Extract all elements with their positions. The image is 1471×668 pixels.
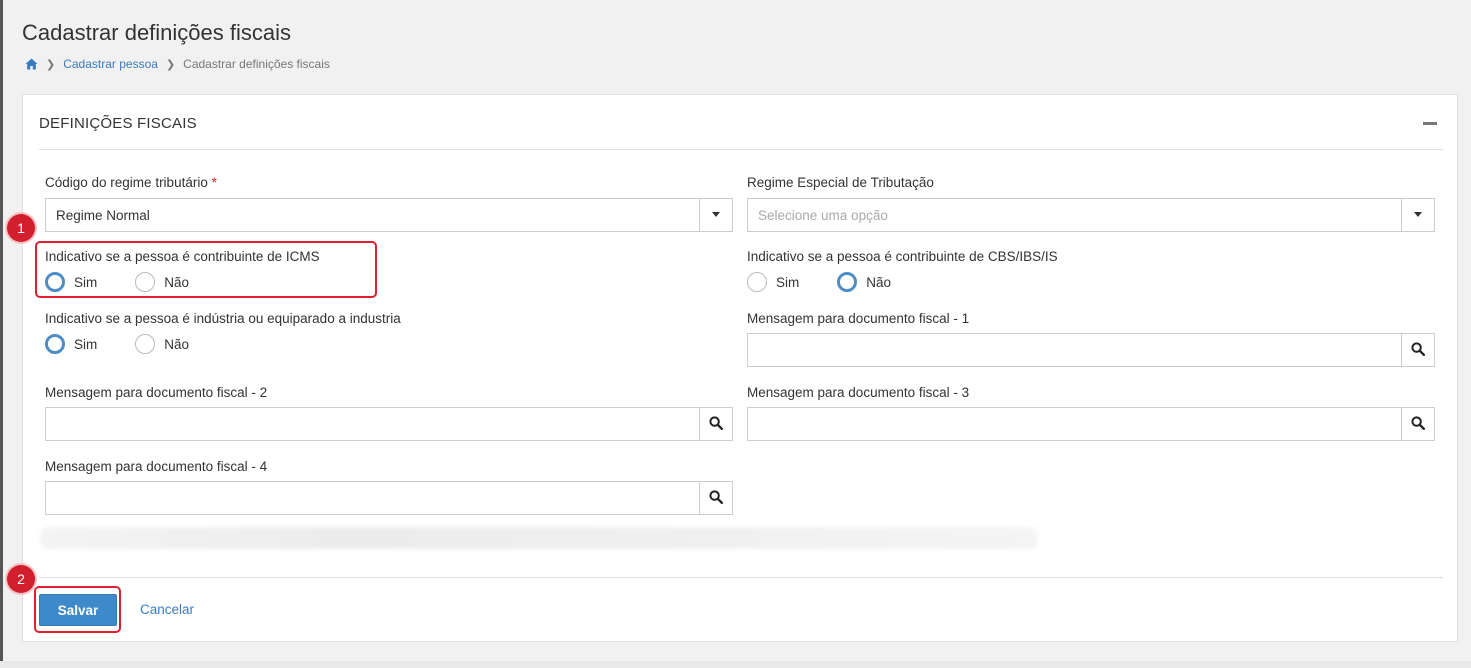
caret-down-icon [1414, 212, 1422, 217]
chevron-right-icon: ❯ [165, 58, 176, 71]
mensagem-1-label: Mensagem para documento fiscal - 1 [747, 311, 970, 326]
dropdown-toggle[interactable] [699, 199, 732, 231]
search-button[interactable] [699, 482, 732, 514]
search-button[interactable] [1401, 334, 1434, 366]
page-title: Cadastrar definições fiscais [22, 20, 292, 45]
panel-title: DEFINIÇÕES FISCAIS [39, 115, 197, 132]
mensagem-4-field [45, 481, 733, 515]
blurred-content [40, 527, 1038, 549]
regime-tributario-label: Código do regime tributário * [45, 175, 217, 190]
divider [39, 577, 1443, 578]
mensagem-3-input[interactable] [748, 408, 1401, 440]
search-icon [709, 416, 723, 430]
regime-especial-label: Regime Especial de Tributação [747, 175, 934, 190]
caret-down-icon [712, 212, 720, 217]
annotation-highlight-icms [35, 241, 377, 298]
search-icon [1411, 342, 1425, 356]
cbs-option-nao[interactable]: Não [837, 272, 891, 292]
search-button[interactable] [699, 408, 732, 440]
mensagem-2-input[interactable] [46, 408, 699, 440]
annotation-marker-1: 1 [7, 214, 35, 242]
radio-checked[interactable] [45, 334, 65, 354]
mensagem-4-label: Mensagem para documento fiscal - 4 [45, 459, 268, 474]
radio-unchecked[interactable] [135, 334, 156, 354]
mensagem-2-label: Mensagem para documento fiscal - 2 [45, 385, 268, 400]
contribuinte-cbs-radio-group: Sim Não [747, 270, 929, 294]
mensagem-1-input[interactable] [748, 334, 1401, 366]
mensagem-4-input[interactable] [46, 482, 699, 514]
cbs-option-sim[interactable]: Sim [747, 272, 799, 292]
home-icon[interactable] [25, 58, 38, 70]
regime-tributario-value: Regime Normal [56, 208, 150, 223]
annotation-marker-2: 2 [7, 565, 35, 593]
industria-option-nao[interactable]: Não [135, 334, 189, 354]
radio-unchecked[interactable] [747, 272, 767, 292]
mensagem-1-field [747, 333, 1435, 367]
search-button[interactable] [1401, 408, 1434, 440]
dropdown-toggle[interactable] [1401, 199, 1434, 231]
search-icon [1411, 416, 1425, 430]
minus-icon[interactable] [1423, 122, 1437, 125]
industria-radio-group: Sim Não [45, 332, 227, 356]
breadcrumb-link-cadastrar-pessoa[interactable]: Cadastrar pessoa [63, 57, 158, 71]
bottom-edge [0, 661, 1471, 668]
industria-label: Indicativo se a pessoa é indústria ou eq… [45, 311, 401, 326]
mensagem-3-field [747, 407, 1435, 441]
mensagem-3-label: Mensagem para documento fiscal - 3 [747, 385, 970, 400]
regime-especial-select[interactable]: Selecione uma opção [747, 198, 1435, 232]
breadcrumb: ❯ Cadastrar pessoa ❯ Cadastrar definiçõe… [25, 57, 330, 71]
search-icon [709, 490, 723, 504]
regime-tributario-select[interactable]: Regime Normal [45, 198, 733, 232]
contribuinte-cbs-label: Indicativo se a pessoa é contribuinte de… [747, 249, 1058, 264]
industria-option-sim[interactable]: Sim [45, 334, 97, 354]
radio-checked[interactable] [837, 272, 858, 292]
cancel-link[interactable]: Cancelar [140, 602, 194, 617]
regime-especial-placeholder: Selecione uma opção [758, 208, 888, 223]
required-mark: * [211, 175, 217, 190]
chevron-right-icon: ❯ [46, 58, 56, 71]
window-edge [0, 0, 3, 668]
annotation-highlight-save [34, 586, 121, 633]
mensagem-2-field [45, 407, 733, 441]
fiscal-definitions-panel: DEFINIÇÕES FISCAIS [22, 94, 1458, 642]
breadcrumb-current: Cadastrar definições fiscais [183, 57, 330, 71]
panel-header: DEFINIÇÕES FISCAIS [39, 95, 1443, 150]
